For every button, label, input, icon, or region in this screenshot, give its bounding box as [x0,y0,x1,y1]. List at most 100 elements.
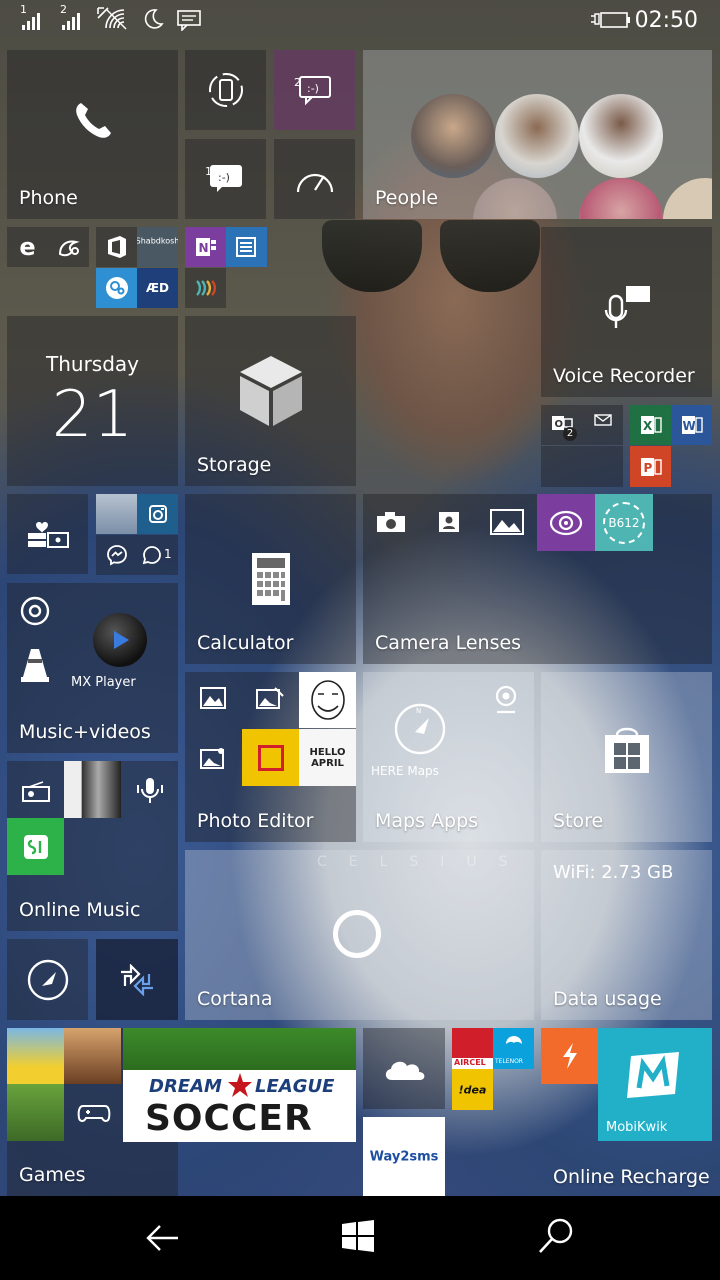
messaging-smiley-icon: :-) [209,165,242,192]
news-tile[interactable] [226,227,267,267]
facebook-photos-tile[interactable] [96,494,137,534]
back-arrow-icon[interactable] [142,1218,182,1258]
wifi-icon [105,9,127,30]
instagram-tile[interactable] [137,494,178,534]
speedometer-icon [296,173,333,193]
wallet-tile[interactable] [7,494,88,574]
calendar-tile[interactable]: Thursday 21 [7,316,178,486]
dls-star-icon [228,1073,252,1097]
search-icon[interactable] [536,1216,576,1256]
data-usage-tile[interactable]: WiFi: 2.73 GB Data usage [541,850,712,1020]
whatsapp-badge: 1 [164,547,172,561]
storage-tile[interactable]: Storage [185,316,356,486]
shabdkosh-tile[interactable]: Shabdkosh [137,227,178,267]
people-photo-3 [579,94,663,178]
messaging-smiley-icon: :-) [298,76,331,106]
location-pin-icon [495,685,517,714]
messaging-tile-2[interactable]: 2 :-) [274,50,355,130]
cortana-label: Cortana [197,988,273,1010]
whatsapp-tile[interactable]: 1 [137,535,178,575]
calculator-label: Calculator [197,632,294,654]
idea-tile[interactable]: !dea [452,1069,493,1110]
telenor-label: TELENOR [495,1058,523,1065]
maps-apps-tile[interactable]: N HERE Maps Maps Apps [363,672,534,842]
telenor-tile[interactable]: TELENOR [493,1028,534,1069]
calculator-tile[interactable]: Calculator [185,494,356,664]
people-photo-1 [411,94,495,178]
sim2-label: 2 [60,3,67,16]
whatsapp-icon [142,546,161,565]
voice-recorder-tile[interactable]: Voice Recorder [541,227,712,397]
messenger-tile[interactable] [96,535,137,575]
svg-text::-): :-) [218,171,230,184]
racing-game-tile[interactable] [7,1084,64,1141]
brain-app-tile[interactable] [96,268,137,308]
way2sms-tile[interactable]: Way2sms [363,1117,445,1196]
aircel-tile[interactable]: AIRCEL [452,1028,493,1069]
sway-tile[interactable] [185,268,226,308]
online-music-tile[interactable]: Online Music [7,761,178,931]
windows-logo-icon[interactable] [340,1218,376,1254]
album-art-tile[interactable] [64,761,121,818]
groove-music-icon [20,596,50,626]
meme-face-tile[interactable] [299,672,356,728]
sync-tile[interactable] [96,939,178,1020]
outlook-calendar-tile[interactable]: O 2 [541,405,582,445]
yellow-frame-tile[interactable] [242,729,299,786]
retrica-lens-icon [549,510,583,535]
phone-tile[interactable]: Phone [7,50,178,219]
dls-logo: DREAM LEAGUE SOCCER [123,1070,356,1142]
compass-tile[interactable] [7,939,88,1020]
meme-face-icon [310,680,345,720]
music-videos-tile[interactable]: MX Player Music+videos [7,583,178,753]
word-tile[interactable]: W [671,405,712,445]
camera-lenses-tile[interactable]: B612 Camera Lenses [363,494,712,664]
instagram-camera-icon [148,505,167,523]
powerpoint-tile[interactable]: P [630,446,671,487]
people-tile[interactable]: People [363,50,712,219]
cortana-tile[interactable]: CELSIUS Cortana [185,850,534,1020]
maps-apps-label: Maps Apps [375,810,479,832]
edge-tile[interactable]: e [7,227,48,267]
vlc-cone-icon [21,649,49,682]
hello-april-tile[interactable]: HELLO APRIL [299,729,356,786]
photo-icon-small [200,748,224,769]
games-label: Games [19,1164,86,1186]
recharge-flash-tile[interactable] [541,1028,598,1084]
photo-editor-label: Photo Editor [197,810,314,832]
dls-line2: LEAGUE [255,1076,335,1097]
onenote-tile[interactable]: N [185,227,226,267]
wallet-cards-icon [27,522,69,548]
store-tile[interactable]: Store [541,672,712,842]
messaging-tile-1[interactable]: 1 :-) [185,139,266,219]
camera-lenses-label: Camera Lenses [375,632,522,654]
uc-browser-tile[interactable] [48,227,89,267]
microphone-icon [604,285,650,328]
aed-tile[interactable]: ÆD [137,268,178,308]
excel-tile[interactable]: X [630,405,671,445]
mail-blank-tile[interactable] [541,446,623,487]
aircel-label: AIRCEL [454,1058,486,1067]
online-recharge-tile[interactable]: Online Recharge [541,1141,712,1196]
mobikwik-tile[interactable]: MobiKwik [598,1028,712,1141]
dream-league-soccer-tile[interactable]: DREAM LEAGUE SOCCER [123,1028,356,1142]
store-bag-icon [604,727,649,773]
mx-player-icon [93,613,147,667]
word-icon: W [681,416,703,434]
saavn-tile[interactable] [7,818,64,875]
mail-tile[interactable] [582,405,623,445]
lightning-icon [562,1043,577,1069]
photo-editor-tile[interactable]: HELLO APRIL Photo Editor [185,672,356,842]
retrica-tile[interactable] [537,494,595,551]
b612-tile[interactable]: B612 [595,494,653,551]
continuum-tile[interactable] [185,50,266,130]
mobikwik-logo-icon [627,1052,679,1099]
onedrive-tile[interactable] [363,1028,445,1109]
office-tile[interactable] [96,227,137,267]
edge-icon: e [19,233,36,261]
xbox-minion-tile[interactable] [7,1028,64,1084]
sunglasses-left-lens [322,220,422,292]
speedometer-tile[interactable] [274,139,355,219]
game-soldier-tile[interactable] [64,1028,121,1084]
music-videos-label: Music+videos [19,721,151,743]
